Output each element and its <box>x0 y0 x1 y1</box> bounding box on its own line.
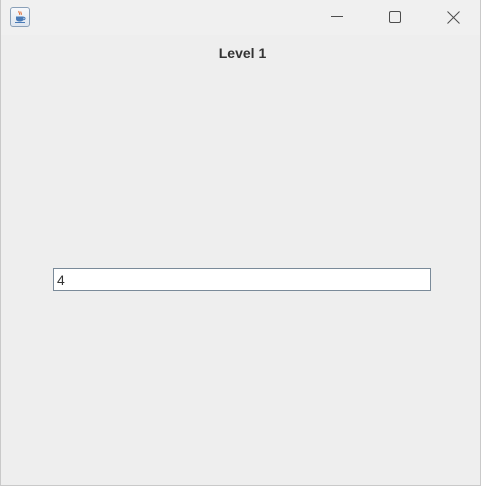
close-button[interactable] <box>430 0 476 35</box>
java-coffee-cup-icon[interactable] <box>10 7 30 27</box>
maximize-icon <box>389 11 401 23</box>
close-icon <box>447 11 460 24</box>
level-label: Level 1 <box>218 45 267 61</box>
minimize-icon <box>331 16 343 17</box>
app-window: Level 1 <box>0 0 481 486</box>
title-bar[interactable] <box>1 0 480 35</box>
maximize-button[interactable] <box>372 0 418 35</box>
answer-input[interactable] <box>53 268 431 291</box>
minimize-button[interactable] <box>314 0 360 35</box>
content-pane: Level 1 <box>1 35 480 485</box>
